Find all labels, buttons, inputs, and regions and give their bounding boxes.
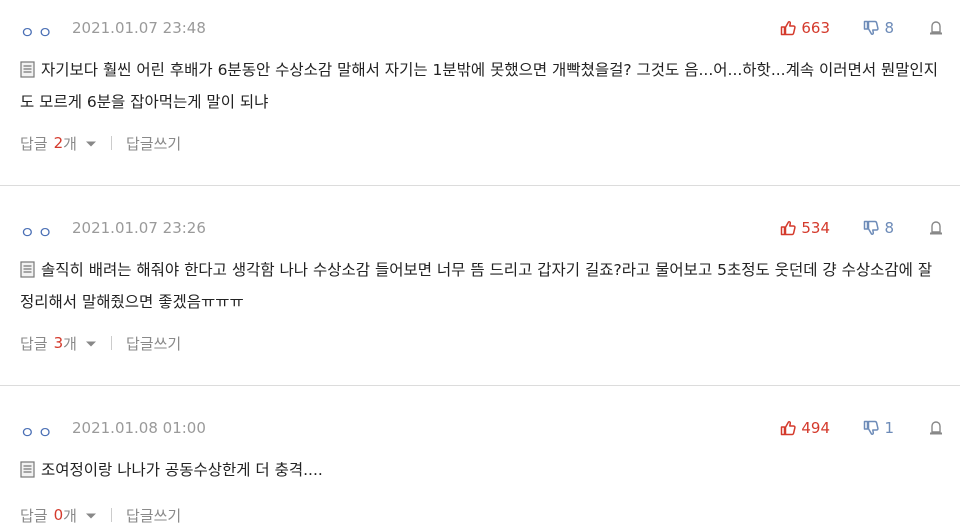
- memo-icon: [20, 459, 35, 488]
- report-icon: [928, 221, 944, 240]
- comment-divider: [0, 385, 960, 386]
- comment-body: 솔직히 배려는 해줘야 한다고 생각함 나나 수상소감 들어보면 너무 뜸 드리…: [20, 256, 940, 317]
- thumbs-up-icon: [780, 220, 797, 236]
- report-button[interactable]: [928, 220, 944, 240]
- chevron-down-icon: [85, 134, 97, 152]
- upvote-count: 663: [801, 19, 830, 37]
- thumbs-up-icon: [780, 420, 797, 436]
- reply-unit: 개: [63, 506, 77, 525]
- upvote-count: 534: [801, 219, 830, 237]
- comment-text: 조여정이랑 나나가 공동수상한게 더 충격....: [41, 461, 323, 479]
- comment-body: 자기보다 훨씬 어린 후배가 6분동안 수상소감 말해서 자기는 1분밖에 못했…: [20, 56, 940, 117]
- write-reply-button[interactable]: 답글쓰기: [126, 133, 181, 154]
- reply-bar: 답글 2개 답글쓰기: [20, 132, 181, 154]
- reply-count: 2: [53, 134, 64, 152]
- reply-separator: [110, 136, 112, 150]
- reply-label: 답글: [20, 334, 48, 353]
- downvote-count: 8: [884, 19, 894, 37]
- comment-nickname[interactable]: ㅇㅇ: [20, 419, 55, 443]
- upvote-button[interactable]: 663: [780, 19, 830, 37]
- upvote-count: 494: [801, 419, 830, 437]
- downvote-button[interactable]: 8: [863, 219, 894, 237]
- memo-icon: [20, 259, 35, 288]
- chevron-down-icon: [85, 506, 97, 524]
- reply-label: 답글: [20, 134, 48, 153]
- downvote-count: 8: [884, 219, 894, 237]
- reply-separator: [110, 508, 112, 522]
- comment-text: 솔직히 배려는 해줘야 한다고 생각함 나나 수상소감 들어보면 너무 뜸 드리…: [20, 261, 933, 311]
- reply-count: 3: [53, 334, 64, 352]
- comment-divider: [0, 185, 960, 186]
- report-icon: [928, 421, 944, 440]
- reply-count: 0: [53, 506, 64, 524]
- comment-nickname[interactable]: ㅇㅇ: [20, 19, 55, 43]
- comment-date: 2021.01.07 23:26: [72, 219, 206, 237]
- reply-unit: 개: [63, 134, 77, 153]
- reply-bar: 답글 3개 답글쓰기: [20, 332, 181, 354]
- reply-unit: 개: [63, 334, 77, 353]
- upvote-button[interactable]: 534: [780, 219, 830, 237]
- comment-date: 2021.01.08 01:00: [72, 419, 206, 437]
- write-reply-button[interactable]: 답글쓰기: [126, 333, 181, 354]
- reply-toggle-button[interactable]: 답글 0개: [20, 505, 97, 526]
- chevron-down-icon: [85, 334, 97, 352]
- comment-meta: ㅇㅇ 2021.01.07 23:26 534 8: [20, 219, 944, 242]
- thumbs-up-icon: [780, 20, 797, 36]
- report-button[interactable]: [928, 420, 944, 440]
- comment-body: 조여정이랑 나나가 공동수상한게 더 충격....: [20, 456, 940, 488]
- thumbs-down-icon: [863, 220, 880, 236]
- report-icon: [928, 21, 944, 40]
- write-reply-button[interactable]: 답글쓰기: [126, 505, 181, 526]
- comment-meta: ㅇㅇ 2021.01.08 01:00 494 1: [20, 419, 944, 442]
- reply-toggle-button[interactable]: 답글 3개: [20, 333, 97, 354]
- comment-nickname[interactable]: ㅇㅇ: [20, 219, 55, 243]
- upvote-button[interactable]: 494: [780, 419, 830, 437]
- thumbs-down-icon: [863, 20, 880, 36]
- reply-toggle-button[interactable]: 답글 2개: [20, 133, 97, 154]
- memo-icon: [20, 59, 35, 88]
- thumbs-down-icon: [863, 420, 880, 436]
- report-button[interactable]: [928, 20, 944, 40]
- reply-bar: 답글 0개 답글쓰기: [20, 504, 181, 526]
- comment-date: 2021.01.07 23:48: [72, 19, 206, 37]
- comment-meta: ㅇㅇ 2021.01.07 23:48 663 8: [20, 19, 944, 42]
- downvote-count: 1: [884, 419, 894, 437]
- reply-separator: [110, 336, 112, 350]
- reply-label: 답글: [20, 506, 48, 525]
- downvote-button[interactable]: 1: [863, 419, 894, 437]
- comment-text: 자기보다 훨씬 어린 후배가 6분동안 수상소감 말해서 자기는 1분밖에 못했…: [20, 61, 939, 111]
- downvote-button[interactable]: 8: [863, 19, 894, 37]
